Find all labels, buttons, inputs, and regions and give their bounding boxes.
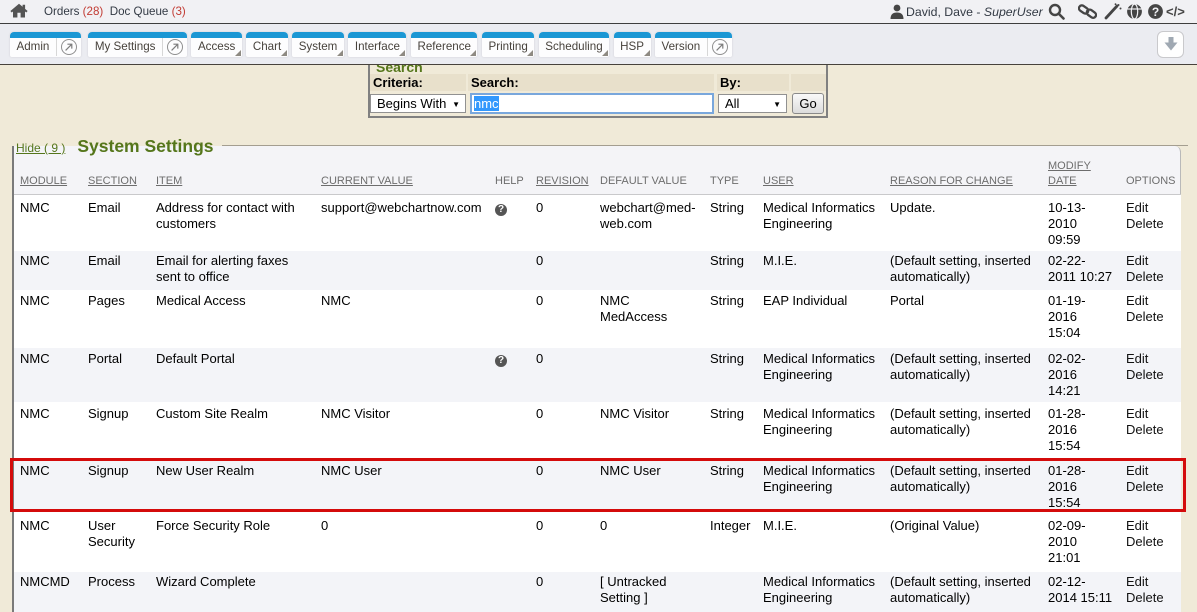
- svg-text:?: ?: [1152, 5, 1159, 19]
